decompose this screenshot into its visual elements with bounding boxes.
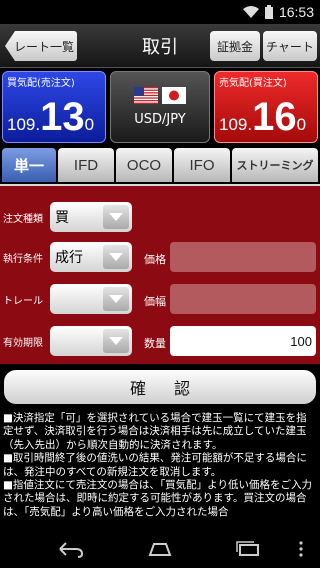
sell-price-prefix: 109. [219, 115, 253, 134]
range-input[interactable] [170, 284, 316, 314]
price-input[interactable] [170, 242, 316, 272]
home-nav-icon[interactable] [140, 538, 180, 560]
sell-price-big: 16 [252, 95, 297, 139]
quantity-input[interactable]: 100 [170, 326, 316, 356]
expiry-label: 有効期限 [3, 338, 43, 349]
condition-label: 執行条件 [3, 254, 43, 265]
buy-quote-box[interactable]: 買気配(売注文) 109. 13 0 [2, 71, 106, 143]
margin-button[interactable]: 証拠金 [210, 31, 260, 61]
sell-quote-box[interactable]: 売気配(買注文) 109. 16 0 [214, 71, 318, 143]
sell-price-suffix: 0 [296, 115, 307, 134]
price-label: 価格 [144, 253, 166, 266]
battery-icon [264, 5, 273, 19]
range-label: 価幅 [144, 295, 166, 308]
order-type-label: 注文種類 [3, 214, 43, 225]
buy-price-suffix: 0 [84, 115, 95, 134]
recents-nav-icon[interactable] [228, 538, 268, 560]
notes-panel: ■決済指定「可」を選択されている場合で建玉一覧にて建玉を指定せず、決済取引を行う… [0, 410, 320, 530]
confirm-area: 確認 [0, 364, 320, 410]
note-item: ■取引時間終了後の値洗いの結果、発注可能額が不足する場合には、発注中のすべての新… [3, 452, 307, 478]
chevron-down-icon [103, 205, 129, 229]
condition-value: 成行 [55, 250, 83, 266]
chevron-down-icon [103, 287, 129, 311]
buy-quote-price: 109. 13 0 [7, 95, 95, 139]
trail-label: トレール [3, 296, 43, 307]
order-type-tabs: 単一 IFD OCO IFO ストリーミング [0, 146, 320, 184]
clock: 16:53 [278, 4, 314, 20]
us-flag-icon [134, 87, 158, 104]
tab-ifo[interactable]: IFO [174, 148, 230, 182]
order-form: 注文種類 買 執行条件 成行 価格 トレール 価幅 有効期限 数量 100 [0, 184, 320, 364]
tab-ifd[interactable]: IFD [58, 148, 114, 182]
jp-flag-icon [162, 87, 186, 104]
quantity-label: 数量 [144, 337, 166, 350]
wifi-icon [242, 6, 259, 18]
sell-quote-label: 売気配(買注文) [219, 78, 287, 89]
confirm-button[interactable]: 確認 [4, 370, 316, 404]
note-item: ■指値注文にて売注文の場合は、「買気配」より低い価格をご入力された場合は、即時に… [3, 479, 312, 518]
tab-oco[interactable]: OCO [116, 148, 172, 182]
system-nav-bar [0, 530, 320, 568]
currency-pair-box[interactable]: USD/JPY [110, 71, 210, 143]
tab-streaming[interactable]: ストリーミング [232, 148, 318, 182]
buy-price-big: 13 [40, 95, 85, 139]
chevron-down-icon [103, 329, 129, 353]
tab-single[interactable]: 単一 [2, 148, 56, 182]
expiry-select[interactable] [50, 326, 132, 356]
chevron-down-icon [103, 245, 129, 269]
trail-select[interactable] [50, 284, 132, 314]
condition-select[interactable]: 成行 [50, 242, 132, 272]
status-bar: 16:53 [0, 0, 320, 24]
order-type-value: 買 [55, 210, 69, 226]
sell-quote-price: 109. 16 0 [219, 95, 307, 139]
order-type-select[interactable]: 買 [50, 202, 132, 232]
note-item: ■決済指定「可」を選択されている場合で建玉一覧にて建玉を指定せず、決済取引を行う… [3, 412, 307, 451]
app-header: レート一覧 取引 証拠金 チャート [0, 24, 320, 68]
buy-price-prefix: 109. [7, 115, 41, 134]
quote-panel: 買気配(売注文) 109. 13 0 USD/JPY 売気配(買注文) 109.… [0, 68, 320, 146]
buy-quote-label: 買気配(売注文) [7, 78, 75, 89]
back-nav-icon[interactable] [50, 538, 90, 560]
currency-pair-label: USD/JPY [134, 112, 186, 127]
chart-button[interactable]: チャート [263, 31, 317, 61]
rate-list-back-button[interactable]: レート一覧 [5, 31, 77, 61]
overflow-menu-icon[interactable] [286, 538, 316, 560]
